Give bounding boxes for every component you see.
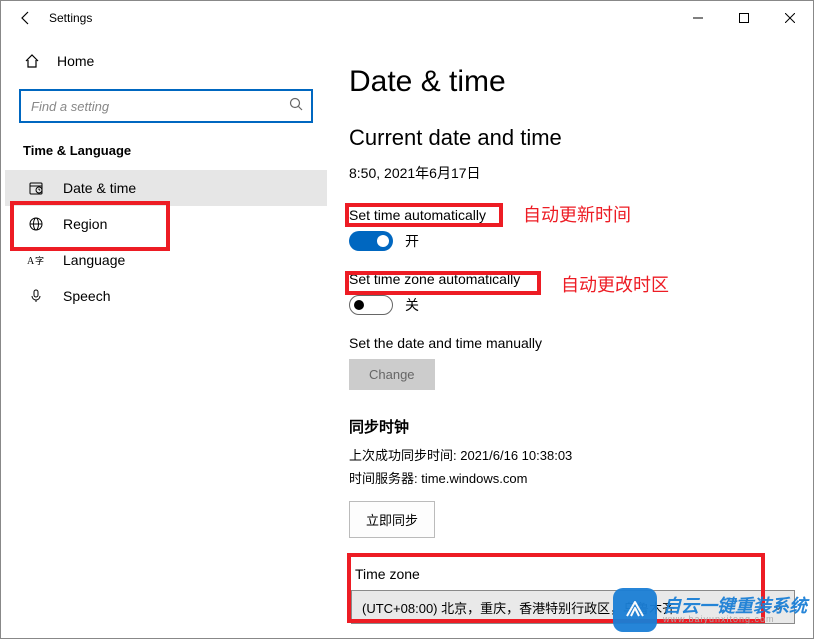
sidebar-item-region[interactable]: Region xyxy=(5,206,327,242)
current-datetime-heading: Current date and time xyxy=(349,125,803,151)
set-tz-auto-label: Set time zone automatically xyxy=(349,271,803,287)
set-time-auto-state: 开 xyxy=(405,231,419,251)
search-input[interactable] xyxy=(19,89,313,123)
sidebar-home-label: Home xyxy=(57,53,94,69)
sidebar-item-label: Language xyxy=(63,252,125,268)
watermark: 自云一键重装系统 www.baiyunxitong.com xyxy=(613,588,807,632)
sync-server-line: 时间服务器: time.windows.com xyxy=(349,468,803,487)
sidebar-item-language[interactable]: A字 Language xyxy=(5,242,327,278)
back-button[interactable] xyxy=(9,10,43,26)
page-title: Date & time xyxy=(349,65,803,99)
sidebar-section-title: Time & Language xyxy=(5,143,327,170)
watermark-brand: 自云一键重装系统 xyxy=(663,597,807,615)
sync-last-line: 上次成功同步时间: 2021/6/16 10:38:03 xyxy=(349,445,803,464)
timezone-label: Time zone xyxy=(349,566,803,582)
set-manual-label: Set the date and time manually xyxy=(349,335,803,351)
watermark-logo xyxy=(613,588,657,632)
minimize-button[interactable] xyxy=(675,1,721,35)
set-tz-auto-state: 关 xyxy=(405,295,419,315)
sync-now-button[interactable]: 立即同步 xyxy=(349,501,435,538)
sync-heading: 同步时钟 xyxy=(349,416,803,437)
set-time-auto-label: Set time automatically xyxy=(349,207,803,223)
maximize-button[interactable] xyxy=(721,1,767,35)
home-icon xyxy=(23,53,41,69)
globe-icon xyxy=(27,216,45,232)
sidebar-item-label: Speech xyxy=(63,288,110,304)
svg-text:字: 字 xyxy=(35,255,44,266)
sidebar-item-speech[interactable]: Speech xyxy=(5,278,327,314)
sidebar-item-label: Date & time xyxy=(63,180,136,196)
current-datetime-value: 8:50, 2021年6月17日 xyxy=(349,163,803,183)
search-icon xyxy=(289,97,303,114)
clock-icon xyxy=(27,180,45,196)
watermark-url: www.baiyunxitong.com xyxy=(663,615,807,624)
sidebar-item-date-time[interactable]: Date & time xyxy=(5,170,327,206)
mic-icon xyxy=(27,288,45,304)
close-button[interactable] xyxy=(767,1,813,35)
sidebar-home[interactable]: Home xyxy=(5,45,327,77)
set-time-auto-toggle[interactable] xyxy=(349,231,393,251)
set-tz-auto-toggle[interactable] xyxy=(349,295,393,315)
sidebar-item-label: Region xyxy=(63,216,107,232)
window-title: Settings xyxy=(43,11,92,25)
svg-text:A: A xyxy=(27,256,35,267)
change-button: Change xyxy=(349,359,435,390)
language-icon: A字 xyxy=(27,253,45,267)
